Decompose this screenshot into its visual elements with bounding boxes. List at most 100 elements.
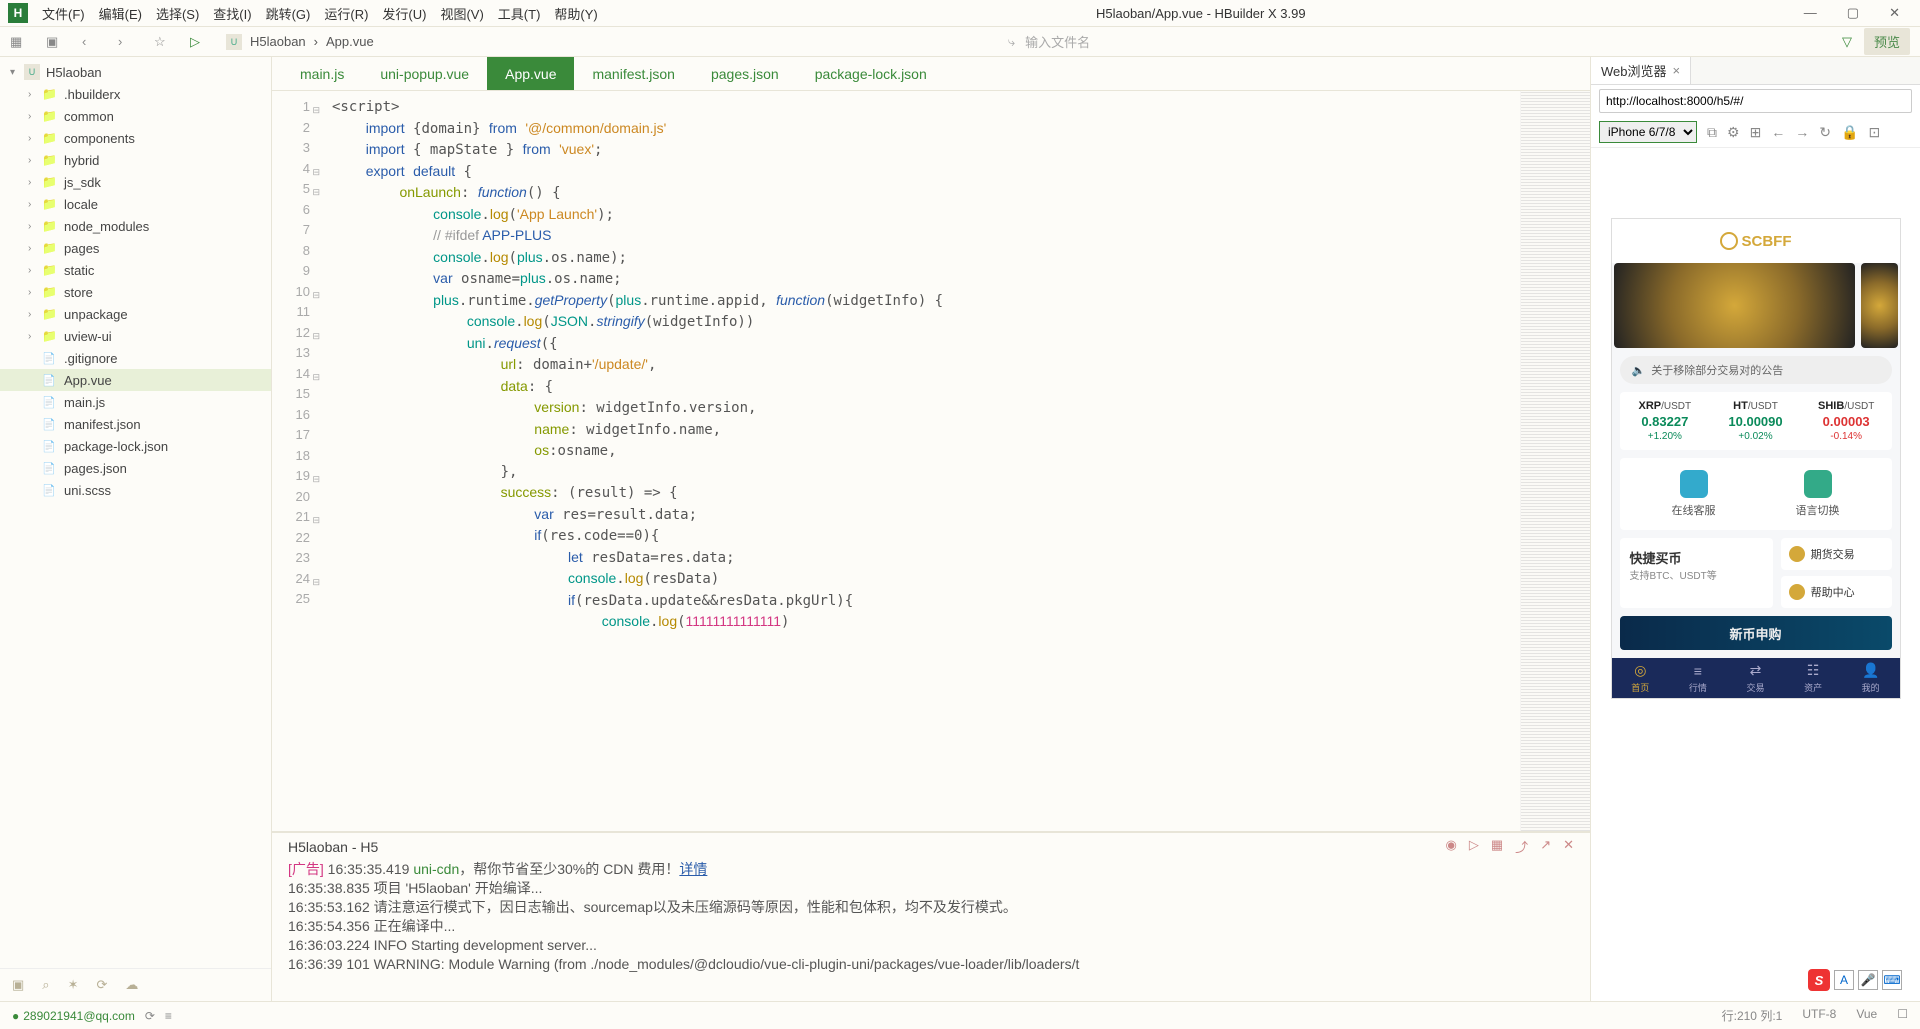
terminal-icon[interactable]: ▣: [12, 977, 24, 993]
window-minimize-icon[interactable]: —: [1804, 5, 1817, 21]
cloud-icon[interactable]: ☁: [125, 977, 138, 993]
save-icon[interactable]: ▣: [46, 34, 62, 50]
file-.gitignore[interactable]: .gitignore: [0, 347, 271, 369]
tab-package-lock.json[interactable]: package-lock.json: [797, 57, 945, 90]
debug-icon[interactable]: ✶: [68, 977, 79, 993]
console-close-icon[interactable]: ✕: [1563, 837, 1574, 856]
console-output[interactable]: [广告] 16:35:35.419 uni-cdn，帮你节省至少30%的 CDN…: [272, 860, 1590, 1001]
file-manifest.json[interactable]: manifest.json: [0, 413, 271, 435]
goto-icon[interactable]: ⤷: [1008, 34, 1015, 50]
user-account[interactable]: 289021941@qq.com: [12, 1009, 135, 1023]
nav-首页[interactable]: ◎首页: [1612, 658, 1670, 698]
folder-js_sdk[interactable]: ›js_sdk: [0, 171, 271, 193]
window-close-icon[interactable]: ✕: [1889, 5, 1900, 21]
refresh-icon[interactable]: ↻: [1819, 124, 1831, 141]
folder-pages[interactable]: ›pages: [0, 237, 271, 259]
minimap[interactable]: [1520, 91, 1590, 831]
banner-carousel[interactable]: [1612, 263, 1900, 348]
folder-uview-ui[interactable]: ›uview-ui: [0, 325, 271, 347]
nav-我的[interactable]: 👤我的: [1842, 658, 1900, 698]
folder-common[interactable]: ›common: [0, 105, 271, 127]
open-external-icon[interactable]: ⧉: [1707, 124, 1717, 141]
file-uni.scss[interactable]: uni.scss: [0, 479, 271, 501]
settings-icon[interactable]: ⚙: [1727, 124, 1740, 141]
folder-static[interactable]: ›static: [0, 259, 271, 281]
run-icon[interactable]: ▷: [190, 34, 206, 50]
sync-icon[interactable]: ⟳: [96, 977, 107, 993]
price-SHIB[interactable]: SHIB/USDT0.00003-0.14%: [1801, 392, 1892, 450]
folder-.hbuilderx[interactable]: ›.hbuilderx: [0, 83, 271, 105]
new-file-icon[interactable]: ▦: [10, 34, 26, 50]
ime-voice-icon[interactable]: 🎤: [1858, 970, 1878, 990]
project-root[interactable]: ▾UH5laoban: [0, 61, 271, 83]
folder-unpackage[interactable]: ›unpackage: [0, 303, 271, 325]
tab-pages.json[interactable]: pages.json: [693, 57, 797, 90]
filter-icon[interactable]: ▽: [1842, 34, 1852, 50]
console-maximize-icon[interactable]: ↗: [1540, 837, 1551, 856]
file-search-input[interactable]: 输入文件名: [1025, 32, 1090, 51]
quick-在线客服[interactable]: 在线客服: [1672, 470, 1716, 518]
folder-node_modules[interactable]: ›node_modules: [0, 215, 271, 237]
star-icon[interactable]: ☆: [154, 34, 170, 50]
crumb-file[interactable]: App.vue: [326, 34, 374, 49]
console-stop-icon[interactable]: ◉: [1446, 837, 1457, 856]
folder-components[interactable]: ›components: [0, 127, 271, 149]
file-App.vue[interactable]: App.vue: [0, 369, 271, 391]
menu-select[interactable]: 选择(S): [156, 4, 199, 23]
ime-keyboard-icon[interactable]: ⌨: [1882, 970, 1902, 990]
folder-locale[interactable]: ›locale: [0, 193, 271, 215]
notice-bar[interactable]: 关于移除部分交易对的公告: [1620, 356, 1892, 384]
preview-tab[interactable]: Web浏览器×: [1591, 57, 1691, 84]
cursor-position[interactable]: 行:210 列:1: [1722, 1007, 1783, 1024]
tab-uni-popup.vue[interactable]: uni-popup.vue: [362, 57, 487, 90]
lock-icon[interactable]: 🔒: [1841, 124, 1858, 141]
menu-edit[interactable]: 编辑(E): [99, 4, 142, 23]
crumb-project[interactable]: H5laoban: [250, 34, 306, 49]
window-maximize-icon[interactable]: ▢: [1847, 5, 1859, 21]
menu-tools[interactable]: 工具(T): [498, 4, 541, 23]
indent-icon[interactable]: ≡: [165, 1009, 172, 1023]
folder-store[interactable]: ›store: [0, 281, 271, 303]
encoding[interactable]: UTF-8: [1802, 1007, 1836, 1024]
forward-icon[interactable]: →: [1795, 124, 1809, 140]
nav-back-icon[interactable]: ‹: [82, 34, 98, 49]
console-run-icon[interactable]: ▷: [1469, 837, 1479, 856]
tab-App.vue[interactable]: App.vue: [487, 57, 574, 90]
ime-lang-icon[interactable]: A: [1834, 970, 1854, 990]
console-clear-icon[interactable]: ▦: [1491, 837, 1503, 856]
file-main.js[interactable]: main.js: [0, 391, 271, 413]
menu-file[interactable]: 文件(F): [42, 4, 85, 23]
binoculars-icon[interactable]: ⌕: [42, 977, 49, 993]
menu-find[interactable]: 查找(I): [213, 4, 251, 23]
folder-hybrid[interactable]: ›hybrid: [0, 149, 271, 171]
menu-publish[interactable]: 发行(U): [382, 4, 426, 23]
nav-行情[interactable]: ≡行情: [1669, 658, 1727, 698]
file-pages.json[interactable]: pages.json: [0, 457, 271, 479]
nav-forward-icon[interactable]: ›: [118, 34, 134, 49]
quick-buy-card[interactable]: 快捷买币 支持BTC、USDT等: [1620, 538, 1773, 608]
promo-banner[interactable]: 新币申购: [1620, 616, 1892, 650]
sync-status-icon[interactable]: ⟳: [145, 1009, 155, 1023]
language-mode[interactable]: Vue: [1856, 1007, 1877, 1024]
back-icon[interactable]: ←: [1771, 124, 1785, 140]
side-期货交易[interactable]: 期货交易: [1781, 538, 1892, 570]
price-XRP[interactable]: XRP/USDT0.83227+1.20%: [1620, 392, 1711, 450]
preview-button[interactable]: 预览: [1864, 28, 1910, 55]
side-帮助中心[interactable]: 帮助中心: [1781, 576, 1892, 608]
price-HT[interactable]: HT/USDT10.00090+0.02%: [1710, 392, 1801, 450]
menu-run[interactable]: 运行(R): [324, 4, 368, 23]
screenshot-icon[interactable]: ⊞: [1750, 124, 1762, 141]
menu-goto[interactable]: 跳转(G): [266, 4, 311, 23]
code-editor[interactable]: <script> import {domain} from '@/common/…: [314, 91, 1520, 831]
notifications-icon[interactable]: ☐: [1897, 1007, 1908, 1024]
nav-资产[interactable]: ☷资产: [1784, 658, 1842, 698]
preview-url-input[interactable]: [1599, 89, 1912, 113]
tab-main.js[interactable]: main.js: [282, 57, 362, 90]
file-package-lock.json[interactable]: package-lock.json: [0, 435, 271, 457]
console-export-icon[interactable]: ⤴: [1515, 837, 1528, 856]
qr-icon[interactable]: ⊡: [1868, 124, 1880, 141]
menu-help[interactable]: 帮助(Y): [554, 4, 597, 23]
device-select[interactable]: iPhone 6/7/8: [1599, 121, 1697, 143]
close-icon[interactable]: ×: [1673, 63, 1681, 78]
menu-view[interactable]: 视图(V): [440, 4, 483, 23]
